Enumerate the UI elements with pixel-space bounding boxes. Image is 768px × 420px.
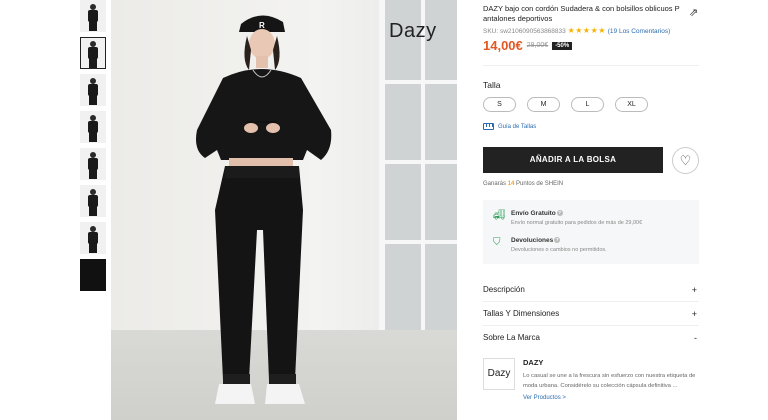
sku-text: SKU: sw2106090563868833 (483, 28, 566, 35)
accordion-brand[interactable]: Sobre La Marca - (483, 333, 699, 353)
truck-icon: 🚚︎ (493, 210, 506, 221)
reviews-link[interactable]: (19 Los Comentarios) (608, 28, 671, 35)
divider (483, 65, 699, 66)
thumbnail-5[interactable] (80, 148, 106, 180)
svg-text:R: R (259, 21, 265, 30)
thumbnail-4[interactable] (80, 111, 106, 143)
divider (483, 301, 699, 302)
points-value: 14 (507, 181, 515, 187)
view-products-link[interactable]: Ver Productos > (523, 395, 566, 401)
returns-title: Devoluciones? (511, 237, 561, 244)
current-price: 14,00€ (483, 38, 523, 53)
original-price: 28,00€ (526, 42, 549, 49)
returns-row: ⛉ Devoluciones? Devoluciones o cambios n… (493, 237, 607, 253)
brand-logo[interactable]: Dazy (483, 358, 515, 390)
sku-rating-row: SKU: sw2106090563868833 ★★★★★ (19 Los Co… (483, 26, 670, 35)
heart-icon[interactable]: ♡ (672, 147, 699, 174)
size-option-xl[interactable]: XL (615, 97, 648, 112)
help-icon[interactable]: ? (554, 237, 561, 244)
size-guide-label: Guía de Tallas (498, 123, 537, 130)
thumbnail-2[interactable] (80, 37, 106, 69)
shipping-desc: Envío normal gratuito para pedidos de má… (511, 220, 643, 226)
product-title: DAZY bajo con cordón Sudadera & con bols… (483, 4, 680, 23)
shield-check-icon: ⛉ (493, 237, 501, 248)
returns-desc: Devoluciones o cambios no permitidos. (511, 247, 607, 253)
thumbnail-strip (80, 0, 106, 296)
shipping-row: 🚚︎ Envío Gratuito? Envío normal gratuito… (493, 210, 642, 226)
size-guide-link[interactable]: Guía de Tallas (483, 123, 536, 130)
discount-badge: -50% (552, 41, 573, 50)
brand-description: Lo casual se une a la frescura sin esfue… (523, 373, 696, 389)
ruler-icon (483, 123, 494, 130)
price-row: 14,00€ 28,00€ -50% (483, 38, 573, 53)
thumbnail-6[interactable] (80, 185, 106, 217)
accordion-sizes[interactable]: Tallas Y Dimensiones + (483, 309, 699, 329)
shipping-returns-box: 🚚︎ Envío Gratuito? Envío normal gratuito… (483, 200, 699, 264)
size-option-l[interactable]: L (571, 97, 604, 112)
size-option-s[interactable]: S (483, 97, 516, 112)
thumbnail-7[interactable] (80, 222, 106, 254)
rating-stars: ★★★★★ (567, 26, 606, 35)
thumbnail-8[interactable] (80, 259, 106, 291)
minus-icon: - (694, 333, 697, 343)
main-product-image[interactable]: Dazy R (111, 0, 457, 420)
plus-icon: + (691, 285, 697, 295)
thumbnail-1[interactable] (80, 0, 106, 32)
size-label: Talla (483, 80, 501, 90)
shipping-title: Envío Gratuito? (511, 210, 563, 217)
divider (483, 325, 699, 326)
thumbnail-3[interactable] (80, 74, 106, 106)
plus-icon: + (691, 309, 697, 319)
brand-name: DAZY (523, 358, 544, 367)
points-text: Ganarás 14 Puntos de SHEIN (483, 181, 564, 187)
accordion-description[interactable]: Descripción + (483, 285, 699, 305)
help-icon[interactable]: ? (556, 210, 563, 217)
share-icon[interactable]: ⇗ (689, 6, 698, 19)
add-to-bag-button[interactable]: AÑADIR A LA BOLSA (483, 147, 663, 173)
size-options: S M L XL (483, 97, 648, 112)
model-figure: R (196, 15, 332, 404)
size-option-m[interactable]: M (527, 97, 560, 112)
